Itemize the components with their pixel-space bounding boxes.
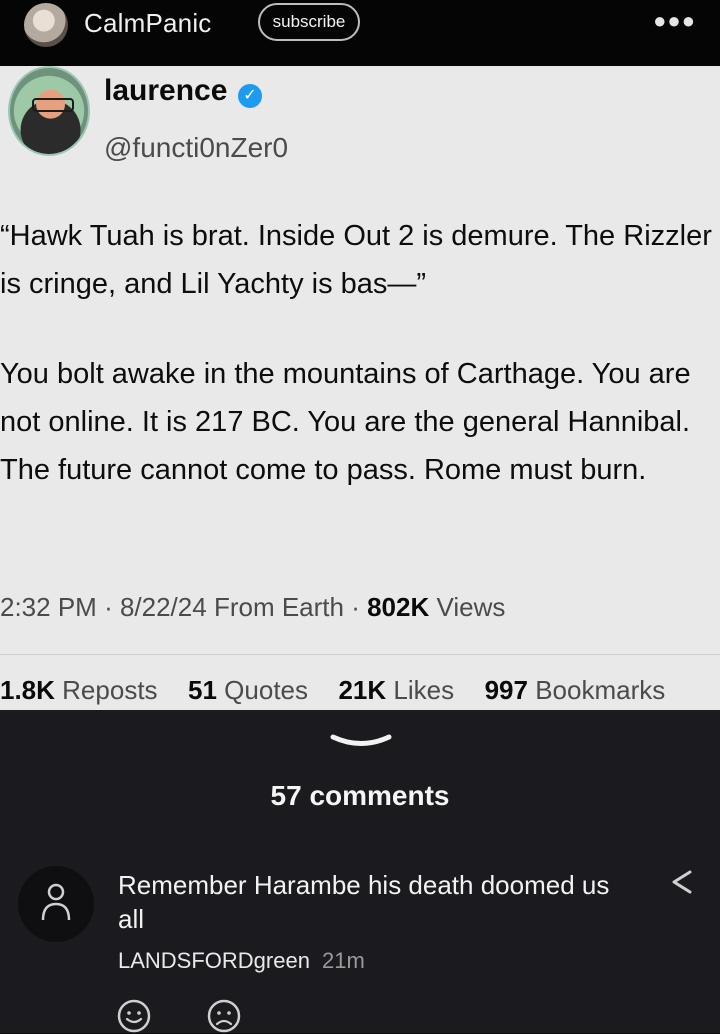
tweet-body-text: You bolt awake in the mountains of Carth… [0, 358, 691, 486]
comment-username[interactable]: LANDSFORDgreen [118, 948, 310, 974]
tweet-meta: 2:32 PM · 8/22/24 From Earth · 802K View… [0, 592, 505, 623]
reposts-count: 1.8K [0, 675, 55, 705]
top-bar: CalmPanic subscribe ●●● [0, 0, 720, 66]
channel-avatar[interactable] [24, 3, 68, 47]
comment-text: Remember Harambe his death doomed us all [118, 870, 610, 934]
reposts-label: Reposts [62, 675, 158, 705]
sad-face-icon[interactable] [206, 998, 242, 1034]
subscribe-button[interactable]: subscribe [258, 3, 360, 41]
comment-time: 21m [322, 948, 365, 973]
tweet-author-avatar [8, 66, 90, 156]
more-horizontal-icon[interactable]: ●●● [653, 8, 696, 34]
tweet-views-count: 802K [367, 592, 430, 622]
tweet-date: 8/22/24 [119, 592, 207, 622]
tweet-divider [0, 654, 720, 655]
tweet-author-name: laurence [104, 74, 228, 107]
commenter-avatar[interactable] [18, 866, 94, 942]
smile-icon[interactable] [116, 998, 152, 1034]
likes-count: 21K [338, 675, 387, 705]
tweet-views-label: Views [436, 592, 506, 622]
chevron-down-icon[interactable] [330, 734, 392, 750]
channel-name[interactable]: CalmPanic [84, 8, 212, 39]
meta-separator: · [104, 592, 120, 622]
tweet-time: 2:32 PM [0, 592, 97, 622]
meta-separator: · [351, 592, 368, 622]
quotes-label: Quotes [224, 675, 308, 705]
quotes-count: 51 [188, 675, 217, 705]
comments-count: 57 comments [270, 780, 450, 811]
tweet-quote-text: “Hawk Tuah is brat. Inside Out 2 is demu… [0, 220, 720, 300]
verified-badge-icon: ✓ [238, 84, 262, 108]
tweet-author-handle: @functi0nZer0 [104, 132, 289, 163]
glasses-icon [32, 98, 74, 112]
bookmarks-label: Bookmarks [535, 675, 666, 705]
user-icon [41, 883, 71, 921]
comments-panel: 57 comments Remember Harambe his death d… [0, 710, 720, 1033]
share-icon[interactable] [668, 868, 696, 896]
tweet-source: From Earth [213, 592, 344, 622]
tweet-screenshot: laurence ✓ @functi0nZer0 “Hawk Tuah is b… [0, 66, 720, 710]
bookmarks-count: 997 [484, 675, 528, 705]
likes-label: Likes [393, 675, 455, 705]
tweet-stats: 1.8K Reposts 51 Quotes 21K Likes 997 Boo… [0, 675, 665, 706]
